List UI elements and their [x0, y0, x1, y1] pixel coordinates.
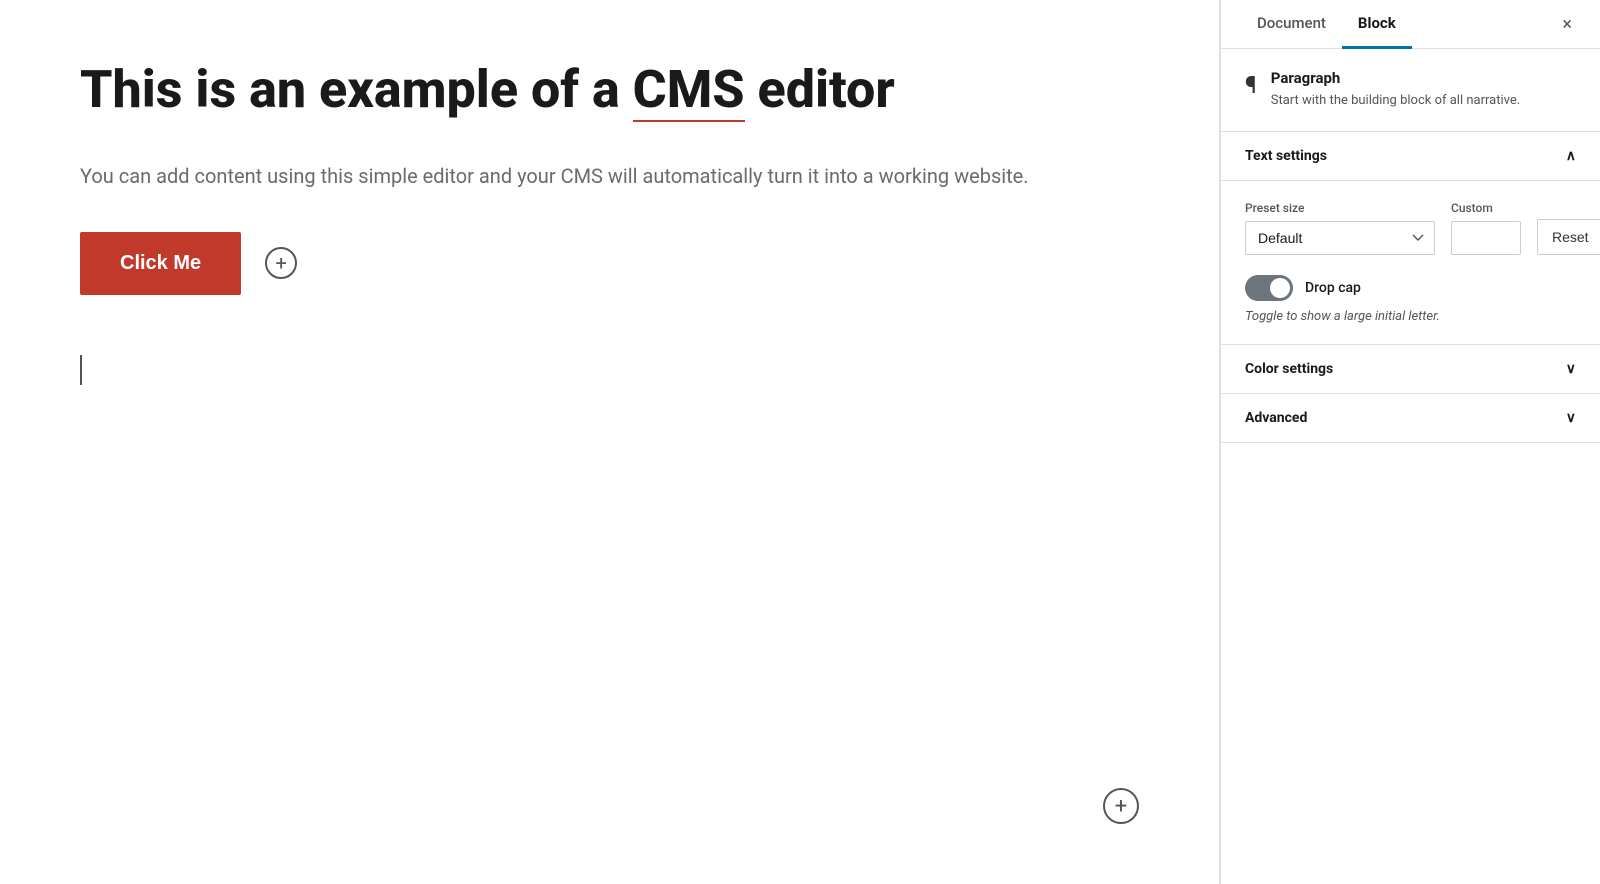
advanced-chevron-down: ∨: [1566, 410, 1576, 426]
paragraph-description: Start with the building block of all nar…: [1271, 91, 1520, 111]
sidebar: Document Block × ¶ Paragraph Start with …: [1220, 0, 1600, 884]
reset-button[interactable]: Reset: [1537, 219, 1600, 255]
paragraph-info: Paragraph Start with the building block …: [1271, 69, 1520, 111]
preset-size-select[interactable]: Default: [1245, 221, 1435, 255]
editor-heading: This is an example of a CMS editor: [80, 60, 1139, 120]
text-settings-header[interactable]: Text settings ∧: [1221, 132, 1600, 181]
text-settings-content: Preset size Default Custom Reset Drop ca…: [1221, 181, 1600, 345]
editor-area: This is an example of a CMS editor You c…: [0, 0, 1220, 884]
text-settings-chevron-up: ∧: [1566, 148, 1576, 164]
drop-cap-label: Drop cap: [1305, 280, 1361, 296]
drop-cap-toggle[interactable]: [1245, 275, 1293, 301]
cursor-line: [80, 355, 1139, 385]
color-settings-chevron-down: ∨: [1566, 361, 1576, 377]
text-settings-label: Text settings: [1245, 148, 1327, 164]
paragraph-icon: ¶: [1245, 71, 1257, 99]
color-settings-label: Color settings: [1245, 361, 1333, 377]
toggle-knob: [1270, 278, 1290, 298]
close-button[interactable]: ×: [1554, 6, 1580, 43]
button-row: Click Me +: [80, 232, 1139, 295]
preset-row: Preset size Default Custom Reset: [1245, 201, 1576, 255]
heading-text-2: editor: [745, 59, 895, 120]
sidebar-tabs: Document Block ×: [1221, 0, 1600, 49]
heading-text-1: This is an example of a: [80, 59, 633, 120]
editor-body-text: You can add content using this simple ed…: [80, 160, 1139, 192]
advanced-label: Advanced: [1245, 410, 1307, 426]
color-settings-header[interactable]: Color settings ∨: [1221, 345, 1600, 394]
paragraph-section: ¶ Paragraph Start with the building bloc…: [1221, 49, 1600, 132]
heading-cms-word: CMS: [633, 59, 745, 122]
bottom-add-block-icon[interactable]: +: [1103, 788, 1139, 824]
custom-size-field: Custom: [1451, 201, 1521, 255]
preset-size-label: Preset size: [1245, 201, 1435, 215]
paragraph-title: Paragraph: [1271, 69, 1520, 87]
drop-cap-hint: Toggle to show a large initial letter.: [1245, 309, 1576, 324]
add-block-icon[interactable]: +: [265, 247, 297, 279]
tab-document[interactable]: Document: [1241, 0, 1342, 49]
advanced-header[interactable]: Advanced ∨: [1221, 394, 1600, 443]
click-me-button[interactable]: Click Me: [80, 232, 241, 295]
custom-size-input[interactable]: [1451, 221, 1521, 255]
cursor-bar: [80, 355, 82, 385]
drop-cap-row: Drop cap: [1245, 275, 1576, 301]
preset-size-field: Preset size Default: [1245, 201, 1435, 255]
custom-size-label: Custom: [1451, 201, 1521, 215]
tab-block[interactable]: Block: [1342, 0, 1412, 49]
